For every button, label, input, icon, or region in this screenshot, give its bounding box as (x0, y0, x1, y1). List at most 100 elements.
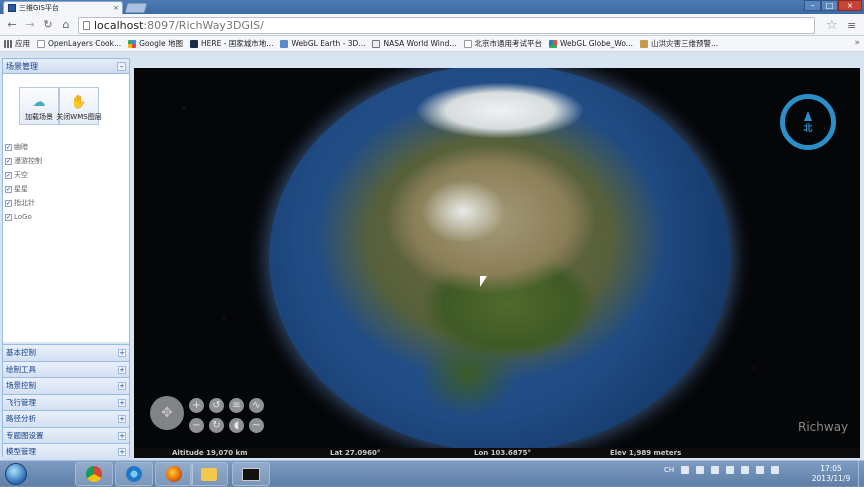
bookmark-item[interactable]: 山洪灾害三维预警... (639, 38, 718, 49)
globe-viewer[interactable]: 北 ✥ + ↺ ≡ ∿ − ↻ ◖ ~ Richway (134, 68, 860, 448)
layer-checkbox[interactable]: ✓ (5, 143, 12, 151)
favicon-icon (8, 4, 16, 12)
earth-globe[interactable] (269, 68, 731, 448)
flag-icon[interactable] (741, 466, 750, 474)
clock[interactable]: 17:05 2013/11/9 (806, 464, 856, 484)
expand-icon[interactable]: + (118, 431, 126, 440)
hand-icon: ✋ (70, 95, 88, 110)
address-bar[interactable]: localhost:8097/RichWay3DGIS/ (78, 17, 815, 34)
google-icon (128, 39, 137, 48)
settings-icon[interactable] (711, 466, 720, 474)
here-icon (190, 39, 198, 48)
accordion-section[interactable]: 绘制工具 + (3, 360, 129, 377)
pan-pad-icon[interactable]: ✥ (150, 396, 184, 430)
tilt-up-button[interactable]: ≡ (229, 398, 244, 413)
back-arrow-icon[interactable]: ← (6, 19, 18, 31)
start-button[interactable] (5, 463, 27, 485)
keyboard-icon[interactable] (681, 466, 690, 474)
close-window-button[interactable]: × (838, 0, 862, 11)
browser-tab[interactable]: 三维GIS平台 × (3, 1, 123, 14)
taskbar-cmd[interactable] (232, 462, 270, 486)
minimize-button[interactable]: – (804, 0, 821, 11)
show-desktop-button[interactable] (858, 461, 864, 487)
volume-icon[interactable] (771, 466, 780, 474)
rotate-right-button[interactable]: ↻ (209, 418, 224, 433)
zoom-out-button[interactable]: − (189, 418, 204, 433)
zoom-in-button[interactable]: + (189, 398, 204, 413)
close-wms-button[interactable]: ✋ 关闭WMS图层 (56, 87, 102, 125)
expand-icon[interactable]: + (118, 398, 126, 407)
help-icon[interactable] (696, 466, 705, 474)
bookmark-item[interactable]: 北京市通用考试平台 (463, 38, 543, 49)
url-text[interactable]: localhost:8097/RichWay3DGIS/ (94, 19, 264, 32)
layer-checkbox[interactable]: ✓ (5, 157, 12, 165)
accordion-section[interactable]: 飞行管理 + (3, 393, 129, 410)
load-scene-button[interactable]: ☁ 加载场景 (19, 87, 59, 125)
page-icon (83, 21, 90, 30)
taskbar-ie[interactable] (115, 462, 153, 486)
chrome-icon (86, 466, 102, 482)
expand-icon[interactable]: + (118, 365, 126, 374)
accordion-section[interactable]: 专题图设置 + (3, 426, 129, 443)
bookmark-item[interactable]: NASA World Wind... (372, 39, 457, 48)
tilt-reset-button[interactable]: ∿ (249, 398, 264, 413)
nasa-icon (372, 39, 381, 48)
bookmark-star-icon[interactable]: ☆ (826, 18, 838, 33)
compass-icon[interactable]: 北 (780, 94, 836, 150)
home-icon[interactable]: ⌂ (60, 19, 72, 31)
taskbar-chrome[interactable] (75, 462, 113, 486)
maximize-button[interactable]: □ (821, 0, 838, 11)
layer-item[interactable]: ✓ 天空 (5, 168, 42, 182)
shield-icon[interactable] (726, 466, 735, 474)
bookmark-item[interactable]: WebGL Globe_Wo... (549, 39, 633, 48)
layer-checkbox[interactable]: ✓ (5, 171, 12, 179)
collapse-icon[interactable]: – (117, 62, 126, 71)
network-icon[interactable] (756, 466, 765, 474)
expand-icon[interactable]: + (118, 415, 126, 423)
bookmark-item[interactable]: 应用 (4, 38, 30, 49)
tab-close-icon[interactable]: × (113, 4, 119, 12)
new-tab-button[interactable] (124, 3, 148, 13)
layer-checkbox[interactable]: ✓ (5, 185, 12, 193)
globe-status-bar: Altitude 19,070 km Lat 27.0960° Lon 103.… (134, 448, 860, 458)
forward-arrow-icon[interactable]: → (24, 19, 36, 31)
accordion-section[interactable]: 模型管理 + (3, 443, 129, 460)
section-label: 路径分析 (6, 414, 36, 424)
apps-icon (4, 39, 12, 48)
tab-strip: 三维GIS平台 × – □ × (0, 0, 864, 14)
expand-icon[interactable]: + (118, 349, 126, 357)
bookmark-label: HERE - 国家城市地... (201, 39, 274, 48)
bookmark-item[interactable]: HERE - 国家城市地... (190, 38, 273, 49)
bookmark-label: 北京市通用考试平台 (474, 39, 543, 48)
layer-item[interactable]: ✓ 幽暗 (5, 140, 42, 154)
menu-icon[interactable]: ≡ (847, 19, 856, 32)
layer-checkbox[interactable]: ✓ (5, 213, 12, 221)
layer-item[interactable]: ✓ LoGo (5, 210, 42, 224)
bookmarks-overflow-icon[interactable]: » (854, 38, 860, 48)
expand-icon[interactable]: + (118, 382, 126, 390)
url-path: :8097/RichWay3DGIS/ (143, 19, 264, 32)
section-label: 基本控制 (6, 348, 36, 358)
bookmark-item[interactable]: OpenLayers Cook... (37, 39, 121, 48)
expand-icon[interactable]: + (118, 448, 126, 456)
taskbar-firefox[interactable] (155, 462, 193, 486)
rotate-left-button[interactable]: ↺ (209, 398, 224, 413)
bookmark-item[interactable]: WebGL Earth - 3D... (280, 39, 365, 48)
layer-item[interactable]: ✓ 漫游控制 (5, 154, 42, 168)
mouse-cursor-icon (480, 276, 487, 287)
accordion-section[interactable]: 基本控制 + (3, 344, 129, 361)
layer-checkbox[interactable]: ✓ (5, 199, 12, 207)
bookmark-label: WebGL Globe_Wo... (560, 39, 633, 48)
tilt-flat-button[interactable]: ~ (249, 418, 264, 433)
language-indicator[interactable]: CH (664, 466, 674, 474)
accordion-section[interactable]: 场景控制 + (3, 377, 129, 394)
accordion-section[interactable]: 路径分析 + (3, 410, 129, 427)
bookmarks-bar: 应用 OpenLayers Cook... Google 地图 HERE - 国家城市… (0, 36, 864, 52)
taskbar-explorer[interactable] (190, 462, 228, 486)
reload-icon[interactable]: ↻ (42, 19, 54, 31)
tilt-down-button[interactable]: ◖ (229, 418, 244, 433)
panel-title: 场景管理 (6, 61, 38, 71)
layer-item[interactable]: ✓ 星星 (5, 182, 42, 196)
layer-item[interactable]: ✓ 指北针 (5, 196, 42, 210)
bookmark-item[interactable]: Google 地图 (128, 38, 183, 49)
